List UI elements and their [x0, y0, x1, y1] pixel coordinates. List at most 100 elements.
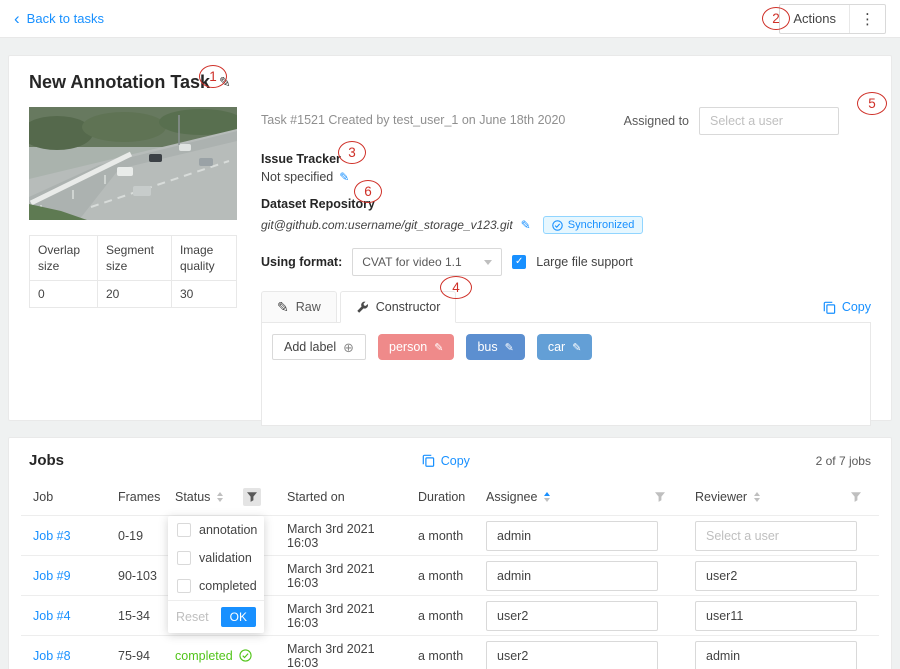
job-link[interactable]: Job #9 [33, 569, 71, 583]
more-options-icon[interactable]: ⋮ [850, 5, 885, 33]
reviewer-select[interactable] [695, 521, 857, 551]
job-link[interactable]: Job #8 [33, 649, 71, 663]
filter-option-label: annotation [199, 523, 257, 537]
using-format-label: Using format: [261, 255, 342, 269]
annotation-circle-3: 3 [338, 141, 366, 164]
checkbox-validation[interactable] [177, 551, 191, 565]
param-value-quality: 30 [171, 281, 236, 308]
job-link[interactable]: Job #4 [33, 609, 71, 623]
jobs-table: Job Frames Status Started on Duration [21, 479, 879, 669]
status-filter-dropdown: annotation validation completed Reset OK [168, 516, 264, 633]
filter-icon-reviewer[interactable] [847, 488, 865, 506]
filter-option-annotation[interactable]: annotation [168, 516, 264, 544]
started-value: March 3rd 2021 16:03 [287, 522, 375, 550]
large-file-checkbox[interactable]: ✓ [512, 255, 526, 269]
param-value-overlap: 0 [30, 281, 98, 308]
table-row: Job #9 90-103 March 3rd 2021 16:03 a mon… [21, 556, 879, 596]
table-row: Job #4 15-34 March 3rd 2021 16:03 a mont… [21, 596, 879, 636]
sync-badge-label: Synchronized [568, 219, 635, 231]
filter-option-label: validation [199, 551, 252, 565]
assignee-select[interactable] [486, 561, 658, 591]
filter-icon-status[interactable] [243, 488, 261, 506]
param-header-segment: Segment size [97, 236, 171, 281]
reviewer-select[interactable] [695, 641, 857, 669]
label-chip-name: car [548, 340, 565, 354]
reset-button[interactable]: Reset [176, 610, 209, 624]
reviewer-select[interactable] [695, 561, 857, 591]
frames-value: 75-94 [118, 649, 150, 663]
edit-repository-icon[interactable]: ✎ [521, 218, 531, 232]
task-params-table: Overlap size Segment size Image quality … [29, 235, 237, 308]
task-details-card: New Annotation Task ✎ [8, 55, 892, 421]
task-detail-page: ‹ Back to tasks Actions ⋮ New Annotation… [0, 0, 900, 669]
column-header-started: Started on [275, 479, 406, 516]
label-chip-bus[interactable]: bus ✎ [466, 334, 524, 360]
duration-value: a month [418, 609, 463, 623]
frames-value: 0-19 [118, 529, 143, 543]
edit-label-icon[interactable]: ✎ [434, 341, 443, 354]
reviewer-select[interactable] [695, 601, 857, 631]
format-select[interactable]: CVAT for video 1.1 [352, 248, 502, 276]
filter-option-completed[interactable]: completed [168, 572, 264, 600]
sort-carets-reviewer[interactable] [754, 492, 760, 502]
checkbox-annotation[interactable] [177, 523, 191, 537]
issue-tracker-value: Not specified [261, 170, 333, 184]
sort-carets-status[interactable] [217, 492, 223, 502]
task-title: New Annotation Task [29, 72, 210, 93]
job-link[interactable]: Job #3 [33, 529, 71, 543]
dataset-repository-label: Dataset Repository [261, 197, 871, 211]
tab-constructor[interactable]: Constructor [340, 291, 457, 323]
ok-button[interactable]: OK [221, 607, 256, 627]
annotation-circle-2: 2 [762, 7, 790, 30]
labels-constructor-panel: Add label ⊕ person ✎ bus ✎ car ✎ [261, 322, 871, 426]
label-chip-name: person [389, 340, 427, 354]
copy-jobs-button[interactable]: Copy [422, 454, 470, 468]
plus-circle-icon: ⊕ [343, 341, 354, 354]
actions-label[interactable]: Actions [780, 5, 849, 33]
label-chip-person[interactable]: person ✎ [378, 334, 454, 360]
table-header-row: Job Frames Status Started on Duration [21, 479, 879, 516]
copy-icon [422, 454, 435, 467]
assignee-select[interactable] [486, 521, 658, 551]
annotation-circle-5: 5 [857, 92, 887, 115]
checkbox-completed[interactable] [177, 579, 191, 593]
task-thumbnail [29, 107, 237, 220]
duration-value: a month [418, 569, 463, 583]
filter-icon-assignee[interactable] [651, 488, 669, 506]
status-value: completed [175, 649, 233, 663]
assignee-select[interactable] [486, 641, 658, 669]
edit-label-icon[interactable]: ✎ [572, 341, 581, 354]
copy-labels-button[interactable]: Copy [823, 300, 871, 322]
tab-raw-label: Raw [296, 300, 321, 314]
add-label-button[interactable]: Add label ⊕ [272, 334, 366, 360]
back-to-tasks-link[interactable]: ‹ Back to tasks [14, 10, 104, 27]
filter-option-label: completed [199, 579, 257, 593]
wrench-icon [356, 301, 369, 314]
duration-value: a month [418, 649, 463, 663]
column-header-frames: Frames [106, 479, 163, 516]
jobs-card: Jobs Copy 2 of 7 jobs Job Frames Status [8, 437, 892, 669]
label-chip-car[interactable]: car ✎ [537, 334, 593, 360]
assignee-header-label: Assignee [486, 490, 537, 504]
back-to-tasks-label: Back to tasks [27, 11, 104, 26]
tab-raw[interactable]: ✎ Raw [261, 291, 337, 323]
actions-button[interactable]: Actions ⋮ [779, 4, 886, 34]
edit-label-icon[interactable]: ✎ [505, 341, 514, 354]
column-header-reviewer: Reviewer [683, 479, 879, 516]
assignee-select[interactable] [486, 601, 658, 631]
raw-pencil-icon: ✎ [277, 299, 289, 316]
back-chevron-icon: ‹ [14, 10, 20, 27]
jobs-count: 2 of 7 jobs [816, 454, 871, 468]
assignee-select[interactable] [699, 107, 839, 135]
format-select-value: CVAT for video 1.1 [362, 255, 461, 269]
param-header-overlap: Overlap size [30, 236, 98, 281]
sync-check-icon [552, 220, 563, 231]
sort-carets-assignee[interactable] [544, 492, 550, 502]
column-header-duration: Duration [406, 479, 474, 516]
completed-check-icon [239, 649, 252, 662]
edit-issue-tracker-icon[interactable]: ✎ [339, 170, 349, 184]
chevron-down-icon [484, 260, 492, 265]
reviewer-header-label: Reviewer [695, 490, 747, 504]
dataset-repository-url: git@github.com:username/git_storage_v123… [261, 218, 513, 232]
filter-option-validation[interactable]: validation [168, 544, 264, 572]
